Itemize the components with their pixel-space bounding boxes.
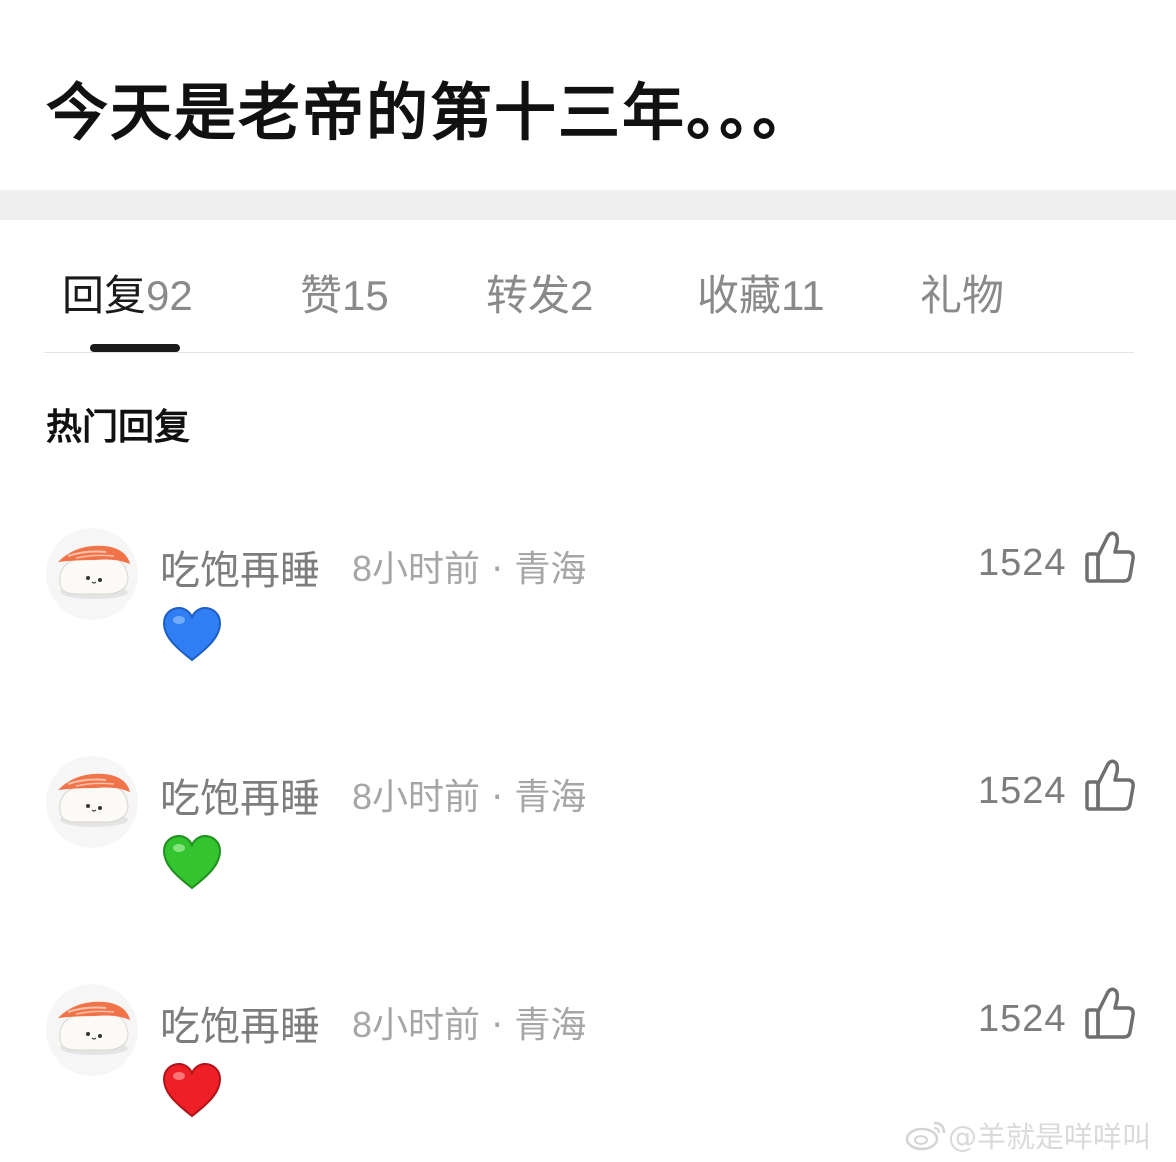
- comment-item: 吃饱再睡 8小时前 · 青海 1524: [0, 756, 1176, 906]
- tab-label: 回复: [62, 271, 147, 320]
- sushi-avatar-icon: [58, 545, 130, 599]
- tab-gifts[interactable]: 礼物: [920, 262, 1004, 323]
- tab-count: 15: [342, 272, 389, 319]
- comment-meta: 8小时前 · 青海: [352, 996, 586, 1048]
- sushi-avatar-icon: [58, 1001, 130, 1055]
- comment-author[interactable]: 吃饱再睡: [160, 538, 320, 596]
- tab-count: 2: [570, 272, 594, 319]
- meta-separator: ·: [491, 777, 503, 818]
- blue-heart-icon: [162, 606, 222, 662]
- comment-location: 青海: [514, 549, 587, 590]
- section-separator: [0, 190, 1176, 220]
- watermark-text: @羊就是咩咩叫: [948, 1120, 1152, 1154]
- tab-replies[interactable]: 回复92: [62, 262, 193, 323]
- comment-time: 8: [352, 548, 373, 589]
- post-title: 今天是老帝的第十三年。。。: [46, 76, 817, 149]
- avatar[interactable]: [46, 756, 138, 848]
- active-tab-indicator: [90, 344, 180, 352]
- comment-time-unit: 小时前: [372, 777, 481, 818]
- meta-separator: ·: [491, 1005, 503, 1046]
- comment-meta: 8小时前 · 青海: [352, 540, 586, 592]
- comment-time-unit: 小时前: [372, 1005, 481, 1046]
- comment-meta: 8小时前 · 青海: [352, 768, 586, 820]
- thumbs-up-icon[interactable]: [1084, 986, 1136, 1040]
- red-heart-icon: [162, 1062, 222, 1118]
- tab-likes[interactable]: 赞15: [300, 262, 389, 323]
- weibo-logo-icon: [905, 1121, 946, 1151]
- tab-count: 11: [781, 272, 825, 319]
- tabs-divider: [44, 352, 1134, 353]
- tab-count: 92: [146, 272, 193, 319]
- comment-item: 吃饱再睡 8小时前 · 青海 1524: [0, 984, 1176, 1134]
- tab-favorites[interactable]: 收藏11: [697, 262, 825, 323]
- comment-author[interactable]: 吃饱再睡: [160, 994, 320, 1052]
- comment-time: 8: [352, 776, 373, 817]
- tab-label: 礼物: [920, 271, 1005, 320]
- tab-bar: 回复92 赞15 转发2 收藏11 礼物: [0, 262, 1176, 322]
- section-title-hot-replies: 热门回复: [46, 407, 191, 448]
- tab-label: 收藏: [697, 271, 782, 320]
- comment-location: 青海: [514, 777, 587, 818]
- comment-time: 8: [352, 1004, 373, 1045]
- like-count: 1524: [978, 998, 1067, 1040]
- green-heart-icon: [162, 834, 222, 890]
- tab-label: 转发: [486, 271, 571, 320]
- thumbs-up-icon[interactable]: [1084, 758, 1136, 812]
- meta-separator: ·: [491, 549, 503, 590]
- like-count: 1524: [978, 770, 1067, 812]
- comment-item: 吃饱再睡 8小时前 · 青海 1524: [0, 528, 1176, 678]
- comment-author[interactable]: 吃饱再睡: [160, 766, 320, 824]
- sushi-avatar-icon: [58, 773, 130, 827]
- watermark: @羊就是咩咩叫: [904, 1114, 1151, 1156]
- avatar[interactable]: [46, 984, 138, 1076]
- comment-location: 青海: [514, 1005, 587, 1046]
- avatar[interactable]: [46, 528, 138, 620]
- like-count: 1524: [978, 542, 1067, 584]
- tab-reposts[interactable]: 转发2: [486, 262, 593, 323]
- thumbs-up-icon[interactable]: [1084, 530, 1136, 584]
- tab-label: 赞: [300, 271, 343, 320]
- comment-time-unit: 小时前: [372, 549, 481, 590]
